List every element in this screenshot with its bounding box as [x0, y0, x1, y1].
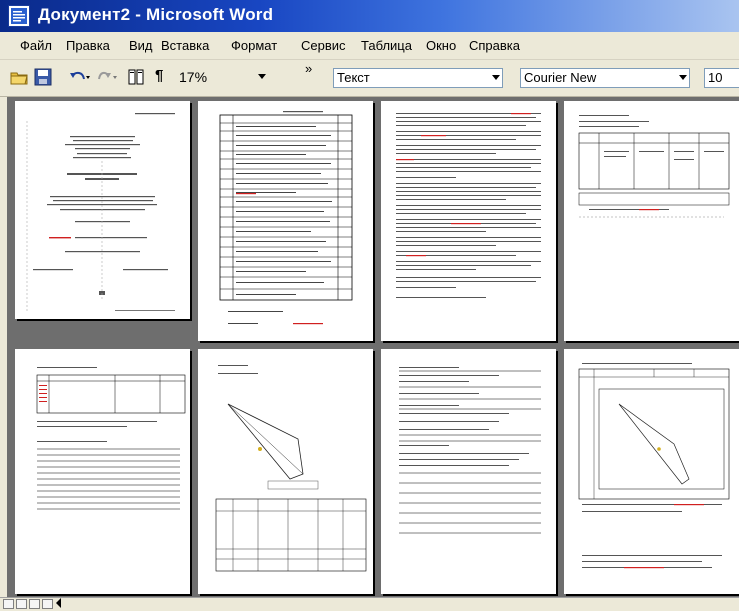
menu-help[interactable]: Справка: [469, 38, 520, 53]
style-combo[interactable]: Текст: [333, 68, 503, 88]
toolbar-overflow-chevron[interactable]: »: [305, 62, 312, 75]
page-thumbnail-2[interactable]: [198, 101, 373, 341]
zoom-combo[interactable]: 17%: [176, 68, 272, 88]
status-bar: [0, 597, 739, 611]
pilcrow-icon[interactable]: ¶: [155, 67, 163, 84]
font-combo[interactable]: Courier New: [520, 68, 690, 88]
print-layout-view-icon[interactable]: [29, 599, 40, 609]
normal-view-icon[interactable]: [3, 599, 14, 609]
open-folder-icon[interactable]: [10, 68, 28, 91]
page-thumbnail-6[interactable]: [198, 349, 373, 594]
web-layout-view-icon[interactable]: [16, 599, 27, 609]
undo-icon[interactable]: [68, 68, 90, 91]
zoom-value: 17%: [179, 69, 208, 85]
page-thumbnail-3[interactable]: [381, 101, 556, 341]
page-1-content: [26, 113, 175, 311]
page-5-content: [36, 367, 186, 510]
title-bar: Документ2 - Microsoft Word: [0, 0, 739, 32]
font-size-combo[interactable]: 10: [704, 68, 739, 88]
scroll-left-icon[interactable]: [56, 598, 61, 608]
menu-insert[interactable]: Вставка: [161, 38, 209, 53]
page-7-content: [399, 367, 541, 534]
menu-tools[interactable]: Сервис: [301, 38, 346, 53]
page-6-content: [215, 365, 367, 572]
menu-bar: Файл Правка Вид Вставка Формат Сервис Та…: [0, 32, 739, 60]
chevron-down-icon[interactable]: [679, 75, 687, 80]
standard-toolbar: ¶ 17% » Текст Courier New 10: [0, 60, 739, 97]
save-icon[interactable]: [34, 68, 52, 91]
page-4-content: [578, 115, 730, 218]
page-thumbnail-4[interactable]: [564, 101, 739, 341]
page-thumbnail-8[interactable]: [564, 349, 739, 594]
menu-file[interactable]: Файл: [20, 38, 52, 53]
document-workspace[interactable]: [7, 97, 739, 597]
page-3-content: [396, 113, 541, 298]
redo-icon[interactable]: [95, 68, 117, 91]
style-value: Текст: [337, 70, 370, 85]
vertical-ruler: [0, 97, 7, 597]
page-thumbnail-1[interactable]: [15, 101, 190, 319]
columns-icon[interactable]: [128, 68, 144, 91]
window-title: Документ2 - Microsoft Word: [38, 5, 274, 24]
font-value: Courier New: [524, 70, 597, 85]
page-thumbnail-7[interactable]: [381, 349, 556, 594]
menu-window[interactable]: Окно: [426, 38, 456, 53]
font-size-value: 10: [708, 70, 723, 85]
word-document-icon: [8, 5, 30, 27]
page-8-content: [578, 363, 730, 569]
chevron-down-icon[interactable]: [258, 74, 266, 79]
chevron-down-icon[interactable]: [492, 75, 500, 80]
outline-view-icon[interactable]: [42, 599, 53, 609]
menu-edit[interactable]: Правка: [66, 38, 110, 53]
menu-view[interactable]: Вид: [129, 38, 153, 53]
page-2-content: [219, 111, 353, 325]
menu-table[interactable]: Таблица: [361, 38, 412, 53]
menu-format[interactable]: Формат: [231, 38, 277, 53]
page-thumbnail-5[interactable]: [15, 349, 190, 594]
